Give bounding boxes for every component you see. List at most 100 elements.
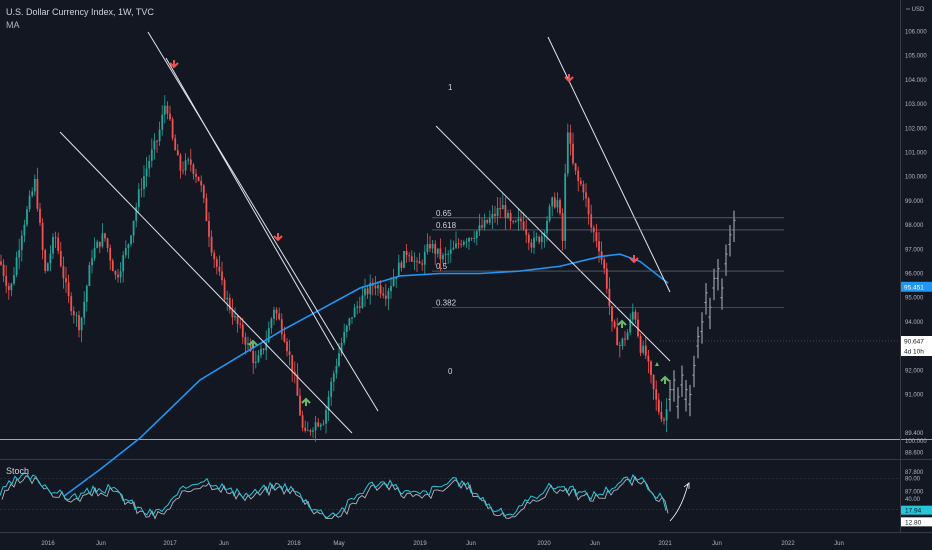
candle-body [423, 251, 426, 265]
candle-body [111, 260, 114, 272]
candle-body [546, 220, 548, 234]
candle-body [140, 188, 143, 190]
candle-body [611, 306, 613, 322]
candle-body [574, 163, 577, 171]
fib-level-label: 0.65 [436, 209, 452, 218]
candle-body [512, 221, 515, 222]
candle-body [65, 278, 67, 283]
price-tick-label: 101.000 [905, 151, 927, 157]
candle-body [184, 160, 187, 171]
candle-body [234, 315, 236, 318]
candle-body [5, 275, 8, 287]
candle-body [397, 262, 400, 277]
candle-body [301, 415, 304, 428]
candle-body [356, 306, 359, 308]
candle-body [257, 355, 260, 362]
time-tick-label: Jun [590, 541, 600, 547]
candle-body [444, 253, 447, 256]
price-chart[interactable]: 0.65 0.618 0.5 0.382 1 0 USD 106.000 105.000 104.… [0, 0, 932, 550]
candle-body [57, 237, 60, 251]
candle-body [275, 309, 278, 314]
candle-body [33, 178, 36, 192]
candle-body [330, 381, 333, 397]
price-tick-label: 99.000 [905, 199, 924, 205]
candle-body [117, 274, 119, 278]
candle-body [442, 255, 444, 260]
candle-body [52, 237, 54, 254]
candle-body [106, 238, 109, 248]
candle-body [590, 214, 593, 228]
candle-body [507, 212, 509, 219]
candle-body [88, 265, 91, 286]
candle-body [127, 244, 130, 249]
candle-body [114, 271, 117, 275]
candle-body [605, 268, 608, 289]
candle-body [470, 238, 473, 239]
candle-body [306, 430, 309, 432]
candle-body [278, 313, 281, 320]
candle-body [556, 200, 559, 208]
candle-body [468, 238, 470, 242]
candle-body [387, 291, 390, 299]
candle-body [509, 212, 512, 222]
candle-body [101, 233, 104, 247]
candle-body [44, 250, 47, 271]
candle-body [202, 185, 205, 199]
candle-body [176, 150, 179, 156]
candle-body [647, 355, 650, 362]
candle-body [239, 323, 242, 325]
candle-body [62, 266, 65, 279]
candle-body [405, 251, 408, 256]
candle-body [23, 224, 26, 236]
candle-body [496, 208, 499, 216]
price-tick-label: 91.000 [905, 393, 924, 399]
candle-body [182, 170, 184, 172]
fib-level-label: 0.618 [436, 221, 457, 230]
candle-body [41, 222, 44, 251]
candle-body [137, 189, 140, 208]
time-tick-label: 2018 [287, 541, 301, 547]
candle-body [621, 338, 624, 346]
candle-body [392, 278, 395, 286]
price-tick-label: 95.000 [905, 296, 924, 302]
candle-body [226, 297, 229, 300]
chart-background [0, 0, 932, 550]
time-tick-label: 2022 [781, 541, 795, 547]
candle-body [351, 317, 353, 319]
indicator-label-ma[interactable]: MA [6, 20, 20, 30]
stoch-label[interactable]: Stoch [6, 466, 29, 476]
candle-body [390, 285, 392, 292]
candle-body [10, 283, 13, 291]
candle-body [452, 247, 455, 250]
time-tick-label: Jun [834, 541, 844, 547]
candle-body [364, 288, 366, 296]
candle-body [171, 119, 174, 139]
price-tick-label: 97.000 [905, 247, 924, 253]
candle-body [473, 238, 476, 239]
fib-level-label: 0.5 [436, 262, 448, 271]
candle-body [187, 159, 190, 161]
candle-body [148, 160, 151, 169]
price-tick-label: 87.800 [905, 470, 924, 476]
candle-body [504, 204, 507, 219]
candle-body [335, 365, 338, 374]
candle-body [13, 275, 15, 284]
candle-body [579, 180, 582, 185]
candle-body [210, 236, 213, 253]
candle-body [548, 206, 551, 221]
candle-body [618, 345, 621, 346]
candle-body [70, 296, 73, 312]
candle-body [54, 237, 57, 238]
candle-body [514, 221, 517, 222]
candle-body [577, 170, 580, 181]
candle-body [462, 241, 465, 245]
candle-body [197, 176, 200, 181]
candle-body [338, 353, 340, 366]
candle-body [150, 149, 153, 161]
candle-body [2, 264, 5, 276]
candle-body [314, 422, 317, 431]
candle-body [572, 143, 574, 164]
candle-body [286, 341, 288, 352]
candle-body [260, 348, 262, 356]
candle-body [608, 288, 611, 307]
